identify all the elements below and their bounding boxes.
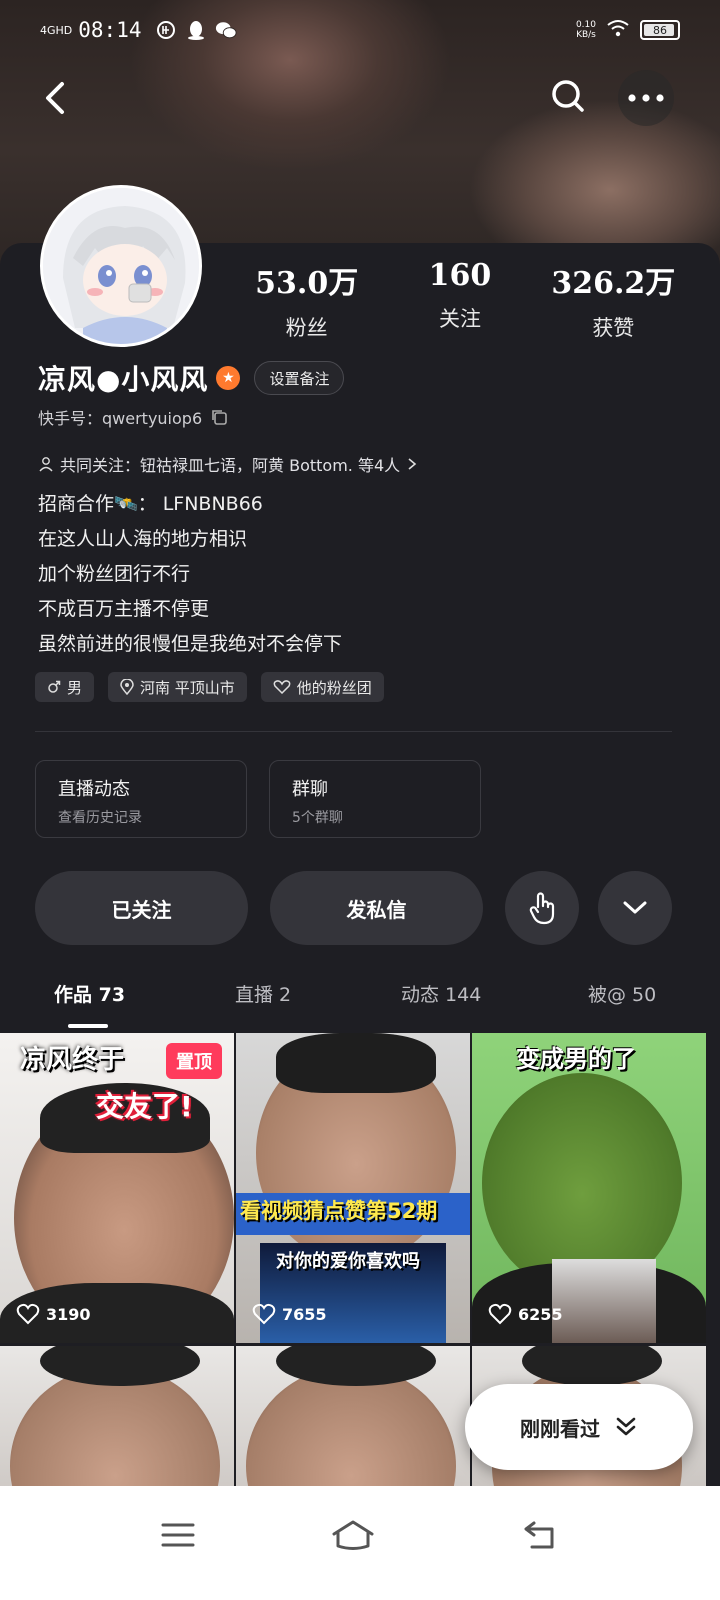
wifi-icon <box>606 18 630 43</box>
app-notification-icon <box>155 19 177 41</box>
video-likes: 6255 <box>488 1303 563 1325</box>
video-thumbnail[interactable]: 凉风终于 交友了! 置顶 3190 <box>0 1033 234 1343</box>
following-stat[interactable]: 160 关注 <box>383 258 536 342</box>
set-remark-button[interactable]: 设置备注 <box>254 361 345 395</box>
star-badge-icon[interactable]: ★ <box>216 366 241 390</box>
group-chat-card[interactable]: 群聊 5个群聊 <box>269 760 481 838</box>
heart-icon <box>488 1303 512 1325</box>
battery-indicator: 86 <box>640 20 680 40</box>
profile-name: 凉风●小风风 <box>38 363 209 396</box>
likes-stat[interactable]: 326.2万 获赞 <box>537 258 690 342</box>
wechat-icon <box>215 19 238 41</box>
poke-button[interactable] <box>505 871 579 945</box>
home-button[interactable] <box>323 1510 383 1560</box>
qq-icon <box>185 19 207 41</box>
content-tabs: 作品 73 直播 2 动态 144 被@ 50 <box>0 980 720 1032</box>
name-row: 凉风●小风风 ★ 设置备注 <box>38 358 345 398</box>
kuaishou-id-row: 快手号：qwertyuiop6 <box>38 405 228 429</box>
avatar[interactable] <box>40 185 202 347</box>
video-likes: 7655 <box>252 1303 327 1325</box>
bio-line: 在这人山人海的地方相识 <box>38 528 248 550</box>
heart-icon <box>16 1303 40 1325</box>
back-button[interactable] <box>36 76 80 120</box>
live-history-card[interactable]: 直播动态 查看历史记录 <box>35 760 247 838</box>
bio-line: 招商合作🛰️： LFNBNB66 <box>38 493 263 515</box>
fan-club-tag[interactable]: 他的粉丝团 <box>260 672 384 702</box>
copy-icon[interactable] <box>210 408 228 426</box>
bio-line: 虽然前进的很慢但是我绝对不会停下 <box>38 633 343 655</box>
tab-mentions[interactable]: 被@ 50 <box>588 980 656 1007</box>
video-caption: 变成男的了 <box>516 1045 636 1073</box>
video-caption: 交友了! <box>96 1090 193 1123</box>
chevron-down-icon <box>623 901 647 914</box>
back-nav-button[interactable] <box>510 1510 570 1560</box>
profile-stats: 53.0万 粉丝 160 关注 326.2万 获赞 <box>230 258 690 342</box>
video-thumbnail[interactable] <box>0 1346 234 1489</box>
location-tag: 河南 平顶山市 <box>108 672 247 702</box>
return-icon <box>524 1521 554 1549</box>
more-options-button[interactable] <box>618 70 674 126</box>
top-nav <box>0 70 720 126</box>
person-icon <box>39 457 53 472</box>
double-chevron-down-icon <box>616 1417 636 1436</box>
section-divider <box>35 731 672 732</box>
fan-club-heart-icon <box>273 680 291 694</box>
kuaishou-id: 快手号：qwertyuiop6 <box>38 409 203 428</box>
recently-viewed-button[interactable]: 刚刚看过 <box>465 1384 693 1470</box>
search-icon <box>552 80 584 112</box>
followed-button[interactable]: 已关注 <box>35 871 248 945</box>
recent-apps-button[interactable] <box>148 1510 208 1560</box>
menu-icon <box>161 1523 195 1547</box>
search-button[interactable] <box>546 74 590 118</box>
system-navigation-bar <box>0 1486 720 1600</box>
expand-more-button[interactable] <box>598 871 672 945</box>
bio-line: 不成百万主播不停更 <box>38 598 210 620</box>
active-tab-indicator <box>68 1024 108 1028</box>
video-thumbnail[interactable] <box>236 1346 470 1489</box>
pinned-badge: 置顶 <box>166 1043 222 1079</box>
status-bar: 4GHD 08:14 0.10 KB/s 86 <box>40 10 680 50</box>
back-arrow-icon <box>46 82 64 114</box>
bio-line: 加个粉丝团行不行 <box>38 563 191 585</box>
anime-avatar-image <box>43 188 199 344</box>
network-speed: 0.10 KB/s <box>575 20 596 40</box>
chevron-right-icon <box>408 458 417 470</box>
video-caption: 凉风终于 <box>20 1045 125 1075</box>
gender-tag: 男 <box>35 672 95 702</box>
male-icon <box>48 680 61 693</box>
tap-hand-icon <box>529 892 555 925</box>
tab-live[interactable]: 直播 2 <box>235 980 291 1007</box>
clock: 08:14 <box>78 18 142 42</box>
video-likes: 3190 <box>16 1303 91 1325</box>
video-caption: 对你的爱你喜欢吗 <box>276 1251 420 1272</box>
send-message-button[interactable]: 发私信 <box>270 871 483 945</box>
video-thumbnail[interactable]: 看视频猜点赞第52期 对你的爱你喜欢吗 7655 <box>236 1033 470 1343</box>
tab-moments[interactable]: 动态 144 <box>401 980 481 1007</box>
location-pin-icon <box>120 679 134 695</box>
profile-bio: 招商合作🛰️： LFNBNB66 在这人山人海的地方相识 加个粉丝团行不行 不成… <box>38 487 342 662</box>
video-caption: 看视频猜点赞第52期 <box>240 1199 438 1223</box>
tab-works[interactable]: 作品 73 <box>54 980 125 1007</box>
network-indicator: 4GHD <box>40 23 73 37</box>
video-thumbnail[interactable]: 变成男的了 6255 <box>472 1033 706 1343</box>
home-icon <box>332 1520 374 1550</box>
heart-icon <box>252 1303 276 1325</box>
profile-tags: 男 河南 平顶山市 他的粉丝团 <box>35 672 384 702</box>
mutual-follows-link[interactable]: 共同关注：钮祜禄皿七语，阿黄 Bottom. 等4人 <box>38 452 418 476</box>
followers-stat[interactable]: 53.0万 粉丝 <box>230 258 383 342</box>
more-dots-icon <box>628 94 664 102</box>
